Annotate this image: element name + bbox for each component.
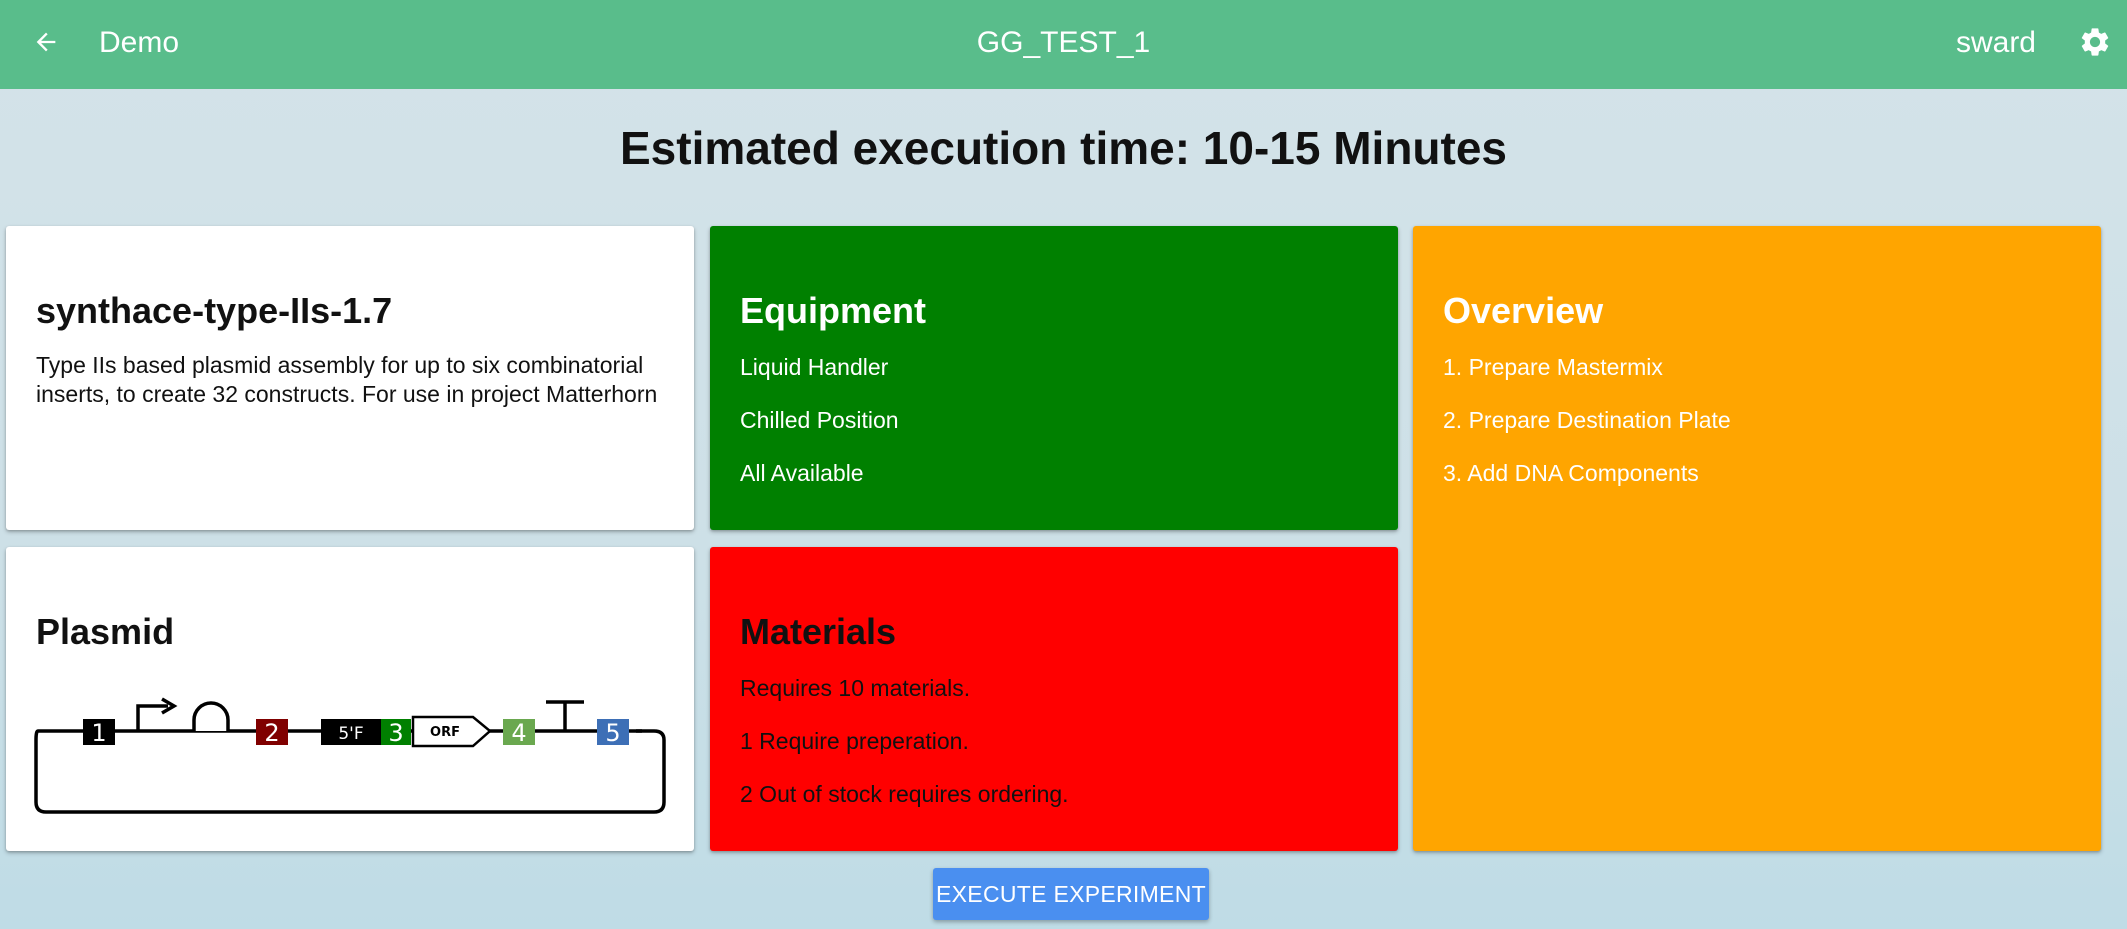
settings-button[interactable]: [2075, 22, 2115, 62]
experiment-title: GG_TEST_1: [976, 26, 1151, 59]
protocol-card: synthace-type-IIs-1.7 Type IIs based pla…: [6, 226, 694, 530]
part-3-label: 3: [388, 719, 403, 747]
part-5-label: 5: [605, 719, 620, 747]
equipment-item: Chilled Position: [740, 407, 899, 433]
materials-list: Requires 10 materials. 1 Require prepera…: [740, 674, 1368, 809]
gear-icon: [2081, 28, 2109, 56]
overview-step: 3. Add DNA Components: [1443, 460, 1699, 486]
materials-item: 1 Require preperation.: [740, 728, 969, 754]
orf-label: ORF: [430, 725, 460, 740]
rbs-icon: [192, 701, 230, 731]
app-title: Demo: [99, 26, 180, 59]
overview-title: Overview: [1443, 290, 1604, 331]
protocol-description: Type IIs based plasmid assembly for up t…: [36, 352, 658, 407]
overview-card: Overview 1. Prepare Mastermix 2. Prepare…: [1413, 226, 2101, 851]
execute-experiment-button[interactable]: EXECUTE EXPERIMENT: [933, 868, 1209, 920]
materials-item: 2 Out of stock requires ordering.: [740, 781, 1069, 807]
materials-item: Requires 10 materials.: [740, 675, 971, 701]
plasmid-title: Plasmid: [36, 611, 175, 652]
overview-step: 2. Prepare Destination Plate: [1443, 407, 1731, 433]
equipment-card: Equipment Liquid Handler Chilled Positio…: [710, 226, 1398, 530]
promoter-icon: [136, 704, 168, 731]
user-name[interactable]: sward: [1956, 24, 2036, 62]
estimated-time-heading: Estimated execution time: 10-15 Minutes: [619, 122, 1508, 174]
overview-step: 1. Prepare Mastermix: [1443, 354, 1663, 380]
equipment-item: All Available: [740, 460, 864, 486]
protocol-title: synthace-type-IIs-1.7: [36, 290, 393, 331]
overview-steps: 1. Prepare Mastermix 2. Prepare Destinat…: [1443, 353, 2071, 488]
equipment-list: Liquid Handler Chilled Position All Avai…: [740, 353, 1368, 488]
part-5f-label: 5'F: [338, 724, 363, 744]
equipment-title: Equipment: [740, 290, 926, 331]
part-1-label: 1: [91, 719, 106, 747]
materials-title: Materials: [740, 611, 897, 652]
part-2-label: 2: [264, 719, 279, 747]
plasmid-diagram: 1 2 5'F 3 ORF 4 5: [34, 697, 666, 814]
part-4-label: 4: [511, 719, 526, 747]
app-bar: Demo GG_TEST_1 sward: [0, 0, 2127, 89]
arrow-left-icon: [36, 32, 56, 52]
terminator-icon: [546, 700, 584, 731]
materials-card: Materials Requires 10 materials. 1 Requi…: [710, 547, 1398, 851]
equipment-item: Liquid Handler: [740, 354, 889, 380]
back-button[interactable]: [28, 24, 64, 60]
